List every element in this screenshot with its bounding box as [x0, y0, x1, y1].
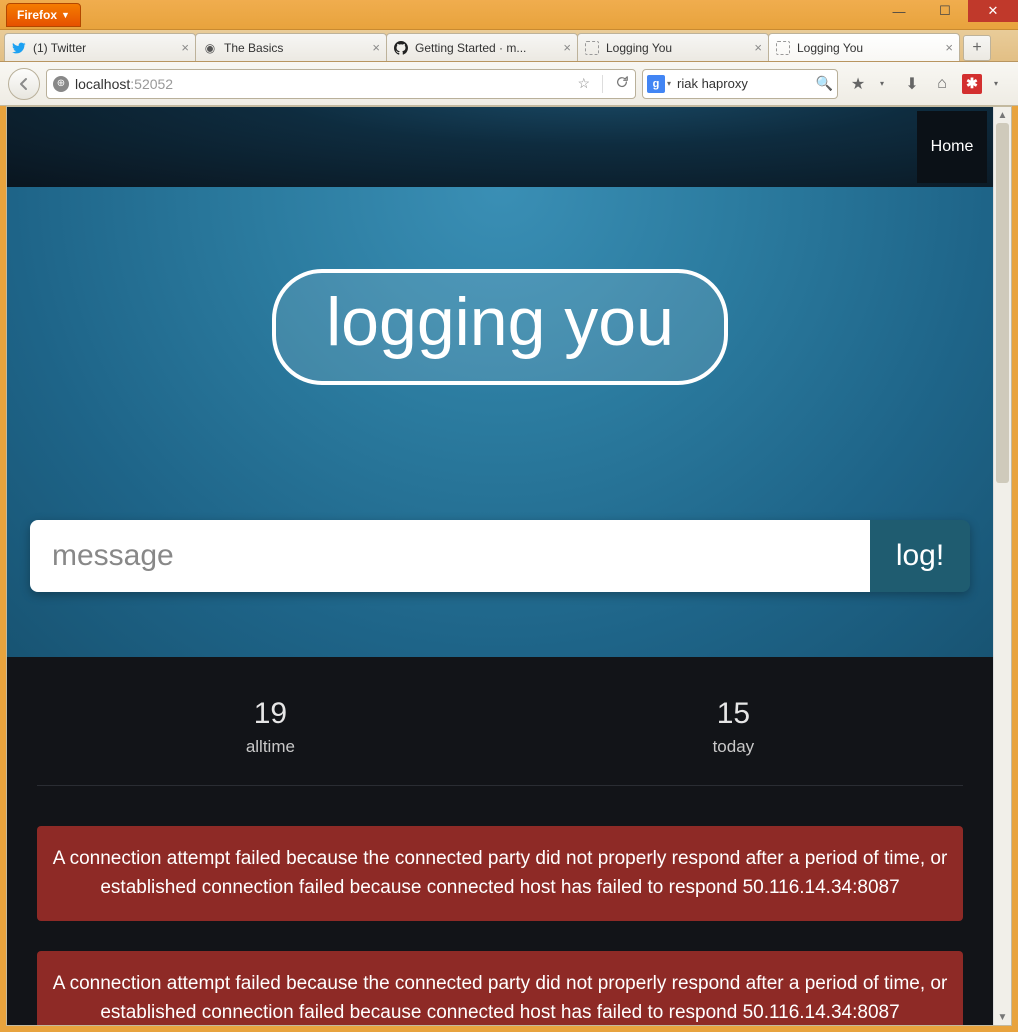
window-close-button[interactable]: ✕: [968, 0, 1018, 22]
globe-icon: ◉: [202, 40, 218, 56]
close-icon[interactable]: ×: [559, 40, 571, 55]
chevron-down-icon: ▼: [61, 10, 70, 20]
scroll-up-arrow-icon[interactable]: ▲: [994, 107, 1011, 123]
search-engine-letter: g: [653, 78, 660, 90]
site-identity-icon[interactable]: ⊕: [53, 76, 69, 92]
stat-value: 15: [713, 697, 755, 731]
tab-twitter[interactable]: (1) Twitter ×: [4, 33, 196, 61]
placeholder-icon: [584, 40, 600, 56]
tab-github[interactable]: Getting Started · m... ×: [386, 33, 578, 61]
window-maximize-button[interactable]: ☐: [922, 0, 968, 22]
message-input[interactable]: message: [30, 520, 870, 592]
search-query: riak haproxy: [677, 76, 812, 91]
close-icon[interactable]: ×: [750, 40, 762, 55]
firefox-menu-button[interactable]: Firefox ▼: [6, 3, 81, 27]
tab-logging-you-2[interactable]: Logging You ×: [768, 33, 960, 61]
firefox-menu-label: Firefox: [17, 8, 57, 22]
hero-section: logging you message log!: [7, 187, 993, 657]
log-button[interactable]: log!: [870, 520, 970, 592]
error-list: A connection attempt failed because the …: [27, 826, 973, 1025]
reload-icon[interactable]: [615, 75, 629, 92]
stat-label: today: [713, 737, 755, 757]
web-page: Home logging you message log!: [7, 107, 993, 1025]
tab-label: Logging You: [797, 41, 863, 55]
tab-strip: (1) Twitter × ◉ The Basics × Getting Sta…: [0, 30, 1018, 62]
tab-logging-you-1[interactable]: Logging You ×: [577, 33, 769, 61]
search-go-icon[interactable]: 🔍: [816, 75, 833, 92]
stat-alltime: 19 alltime: [246, 697, 295, 757]
vertical-scrollbar[interactable]: ▲ ▼: [993, 107, 1011, 1025]
stat-value: 19: [246, 697, 295, 731]
stats-section: 19 alltime 15 today A connection attempt…: [7, 657, 993, 1025]
back-button[interactable]: [8, 68, 40, 100]
search-engine-icon[interactable]: g: [647, 75, 665, 93]
window-minimize-button[interactable]: —: [876, 0, 922, 22]
toolbar-icons: ★ ▾ ⬇ ⌂ ✱ ▾: [844, 74, 1010, 94]
stat-label: alltime: [246, 737, 295, 757]
twitter-icon: [11, 40, 27, 56]
chevron-down-icon[interactable]: ▾: [986, 74, 1006, 94]
github-icon: [393, 40, 409, 56]
downloads-icon[interactable]: ⬇: [902, 74, 922, 94]
extension-icon[interactable]: ✱: [962, 74, 982, 94]
page-scroll-area[interactable]: Home logging you message log!: [7, 107, 993, 1025]
navigation-toolbar: ⊕ localhost:52052 ☆ g ▾ riak haproxy 🔍 ★…: [0, 62, 1018, 106]
bookmarks-menu-icon[interactable]: ★: [848, 74, 868, 94]
search-bar[interactable]: g ▾ riak haproxy 🔍: [642, 69, 838, 99]
home-icon[interactable]: ⌂: [932, 74, 952, 94]
new-tab-button[interactable]: +: [963, 35, 991, 61]
chevron-down-icon[interactable]: ▾: [872, 74, 892, 94]
tab-basics[interactable]: ◉ The Basics ×: [195, 33, 387, 61]
scrollbar-thumb[interactable]: [996, 123, 1009, 483]
stat-today: 15 today: [713, 697, 755, 757]
url-port: :52052: [130, 76, 173, 92]
page-navbar: Home: [7, 107, 993, 187]
bookmark-star-icon[interactable]: ☆: [577, 75, 590, 92]
scroll-down-arrow-icon[interactable]: ▼: [994, 1009, 1011, 1025]
tab-label: Logging You: [606, 41, 672, 55]
close-icon[interactable]: ×: [941, 40, 953, 55]
close-icon[interactable]: ×: [368, 40, 380, 55]
error-message: A connection attempt failed because the …: [37, 951, 963, 1025]
window-controls: — ☐ ✕: [876, 0, 1018, 29]
url-bar[interactable]: ⊕ localhost:52052 ☆: [46, 69, 636, 99]
error-message: A connection attempt failed because the …: [37, 826, 963, 921]
tab-label: (1) Twitter: [33, 41, 86, 55]
chevron-down-icon[interactable]: ▾: [667, 79, 671, 88]
window-titlebar: Firefox ▼ — ☐ ✕: [0, 0, 1018, 30]
nav-home-label: Home: [931, 138, 974, 156]
stats-row: 19 alltime 15 today: [37, 697, 963, 786]
logo-text: logging you: [326, 283, 674, 361]
content-viewport: Home logging you message log!: [6, 106, 1012, 1026]
url-host: localhost: [75, 76, 130, 92]
tab-label: Getting Started · m...: [415, 41, 526, 55]
log-button-label: log!: [896, 539, 944, 573]
tab-label: The Basics: [224, 41, 283, 55]
log-input-row: message log!: [30, 520, 970, 592]
nav-home-link[interactable]: Home: [917, 111, 987, 183]
close-icon[interactable]: ×: [177, 40, 189, 55]
logo-pill: logging you: [272, 269, 728, 385]
divider: [602, 75, 603, 93]
browser-window: Firefox ▼ — ☐ ✕ (1) Twitter × ◉ The Basi…: [0, 0, 1018, 1032]
placeholder-icon: [775, 40, 791, 56]
